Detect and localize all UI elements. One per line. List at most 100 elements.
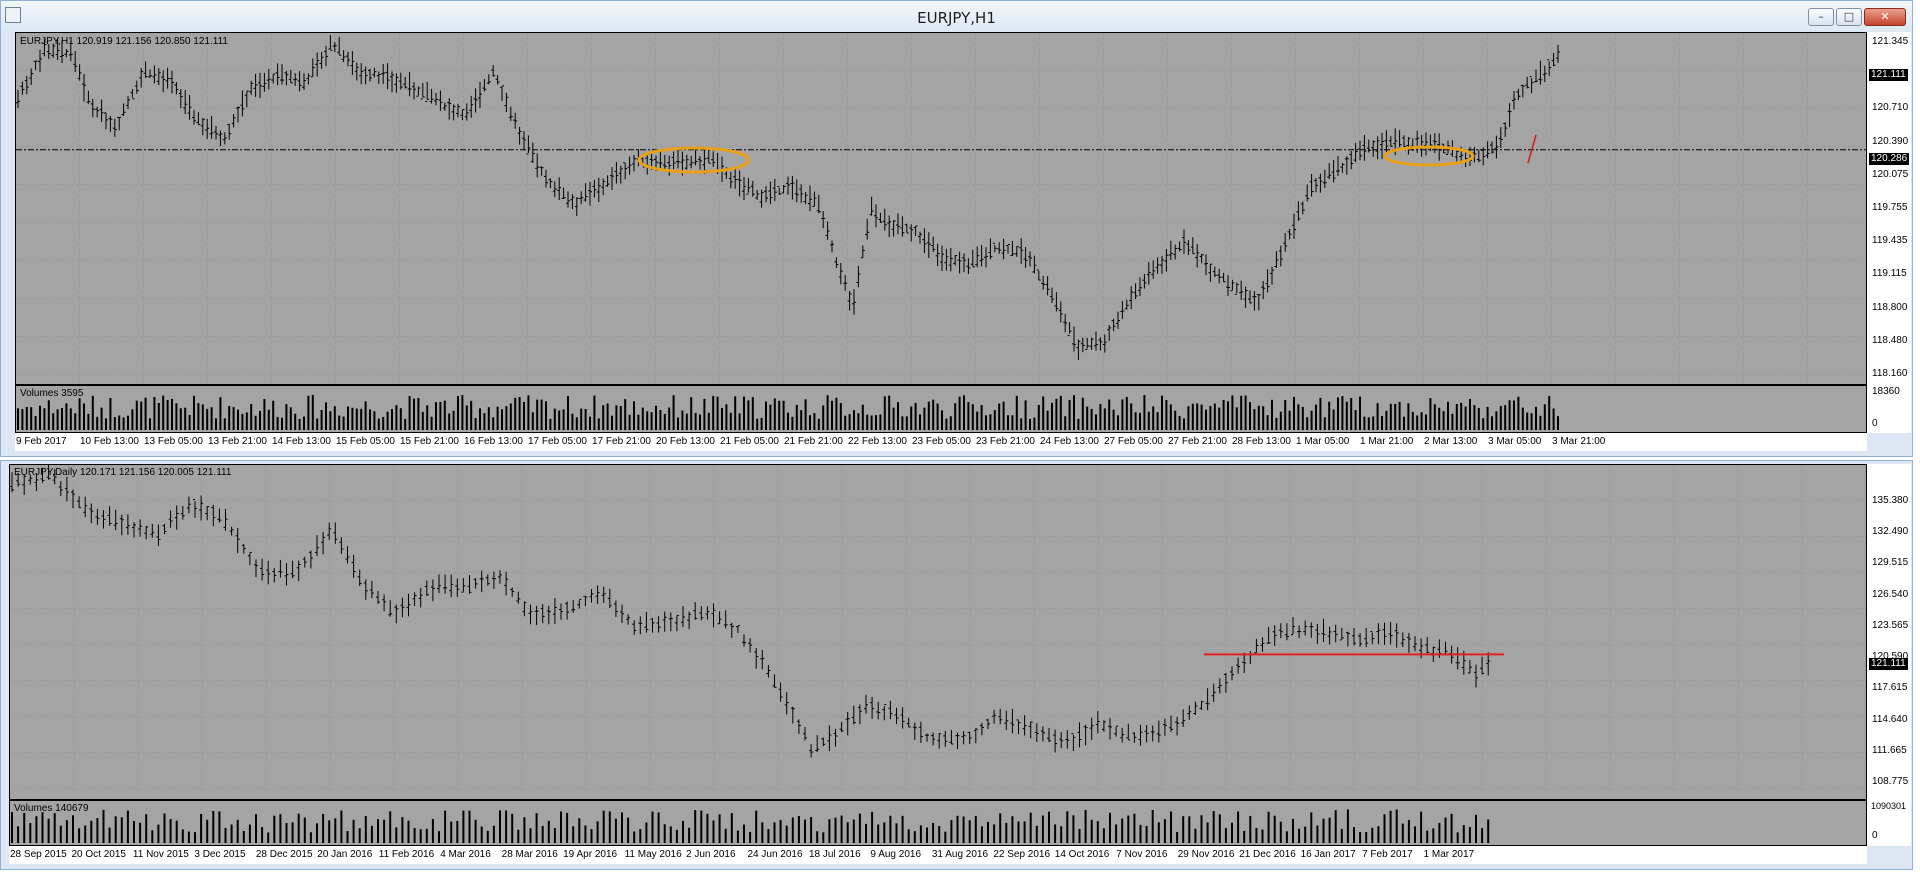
volume-bar	[651, 811, 654, 843]
volume-bar	[541, 825, 544, 843]
volume-bar	[1024, 400, 1027, 430]
volume-bar	[1323, 417, 1326, 430]
volume-bar	[1444, 817, 1447, 843]
volume-bar	[1064, 416, 1067, 430]
volume-bar	[901, 416, 904, 430]
volume-bar	[944, 831, 947, 843]
volume-bar	[413, 398, 415, 430]
time-axis-label: 27 Feb 05:00	[1104, 436, 1163, 447]
price-pane-h1[interactable]: EURJPY,H1 120.919 121.156 120.850 121.11…	[15, 32, 1867, 385]
volume-bar	[181, 829, 184, 843]
volume-zero-label: 0	[1872, 418, 1878, 429]
volume-max-label-daily: 1090301	[1871, 801, 1907, 811]
price-axis-h1[interactable]: 121.345121.030120.710120.390120.075119.7…	[1867, 32, 1911, 385]
volume-bar	[1002, 401, 1005, 430]
volume-bar	[1438, 407, 1441, 430]
volume-bar	[1117, 415, 1119, 430]
volume-bar	[826, 395, 829, 430]
close-button[interactable]: ✕	[1864, 8, 1906, 26]
volume-bar	[316, 418, 319, 430]
volume-bar	[505, 810, 508, 843]
volume-bar	[848, 414, 851, 430]
volume-bar	[1481, 828, 1484, 843]
price-axis-tick-label: 120.710	[1872, 102, 1909, 114]
volume-bar	[919, 825, 922, 843]
volume-bar	[96, 416, 99, 430]
time-axis-label: 18 Jul 2016	[808, 849, 861, 860]
volume-bar	[47, 400, 50, 430]
volume-bar	[276, 416, 279, 430]
volume-header-h1: Volumes 3595	[20, 388, 84, 399]
time-axis-label: 9 Feb 2017	[16, 436, 67, 447]
chart-window-h1[interactable]: EURJPY,H1 – □ ✕ EURJPY,H1 120.919 121.15…	[0, 0, 1913, 457]
volume-bar	[755, 810, 758, 843]
volume-pane-daily[interactable]: Volumes 140679	[9, 800, 1867, 846]
volume-bar	[785, 825, 788, 843]
volume-bar	[219, 397, 222, 430]
volume-bar	[197, 403, 200, 430]
price-pane-daily[interactable]: EURJPY,Daily 120.171 121.156 120.005 121…	[9, 464, 1867, 800]
volume-bar	[1029, 812, 1032, 843]
volume-bar	[1322, 818, 1325, 843]
volume-bar	[1096, 821, 1099, 843]
volume-bar	[639, 829, 642, 843]
volume-bar	[926, 827, 928, 843]
volume-bar	[461, 395, 464, 430]
minimize-button[interactable]: –	[1808, 8, 1834, 26]
volume-bar	[140, 401, 143, 430]
time-axis-label: 22 Feb 13:00	[848, 436, 907, 447]
price-axis-daily[interactable]: 135.380 132.490 129.515 126.540 123.565 120.5…	[1867, 464, 1911, 800]
volume-bar	[273, 815, 276, 843]
volume-bar	[865, 823, 867, 843]
volume-zero-label-daily: 0	[1872, 830, 1878, 841]
volume-bar	[536, 399, 539, 430]
volume-bar	[1477, 408, 1480, 430]
volume-bar	[523, 817, 526, 843]
maximize-button[interactable]: □	[1836, 8, 1862, 26]
volume-bar	[907, 829, 910, 843]
volume-bar	[980, 405, 983, 430]
current-price-tag-daily: 121.111	[1869, 658, 1908, 670]
volume-bar	[606, 403, 609, 430]
volume-bar	[425, 828, 428, 843]
volume-bar	[619, 406, 622, 430]
volume-bar	[1328, 817, 1331, 843]
volume-bar	[1275, 417, 1278, 430]
volume-bar	[910, 406, 913, 430]
chart-window-daily[interactable]: EURJPY,Daily 120.171 121.156 120.005 121…	[0, 460, 1913, 870]
volume-bar	[1398, 401, 1401, 430]
volume-bar	[431, 818, 434, 843]
volume-bar	[1103, 408, 1106, 430]
time-axis-label: 23 Feb 21:00	[976, 436, 1035, 447]
volume-bar	[927, 401, 930, 430]
volume-bar	[738, 413, 741, 430]
volume-pane-h1[interactable]: Volumes 3595	[15, 385, 1867, 433]
volume-bar	[853, 410, 855, 430]
volume-bar	[1037, 404, 1040, 430]
volume-bar	[1539, 415, 1542, 430]
volume-bar	[1340, 828, 1343, 843]
volume-bar	[1473, 405, 1476, 430]
volume-bar	[30, 407, 33, 430]
volume-bar	[879, 414, 882, 430]
price-axis-tick-label: 118.800	[1872, 301, 1908, 313]
volume-bar	[65, 820, 68, 843]
volume-bar	[1156, 412, 1159, 430]
volume-bar	[346, 830, 349, 843]
volume-bar	[1020, 418, 1023, 430]
volume-bar	[1432, 828, 1435, 843]
volume-bar	[795, 404, 798, 430]
volume-bar	[1145, 825, 1148, 843]
volume-bar	[250, 404, 253, 430]
volume-bar	[333, 406, 336, 430]
volume-bar	[956, 815, 959, 843]
window-titlebar[interactable]: EURJPY,H1 – □ ✕	[1, 1, 1912, 31]
volume-bar	[1447, 401, 1449, 430]
volume-bar	[1218, 407, 1221, 430]
volume-bar	[734, 396, 737, 430]
volume-bar	[1212, 810, 1215, 843]
volume-bar	[831, 400, 833, 430]
volume-bar	[175, 820, 178, 843]
volume-bar	[1174, 410, 1177, 430]
volume-bar	[41, 812, 44, 843]
